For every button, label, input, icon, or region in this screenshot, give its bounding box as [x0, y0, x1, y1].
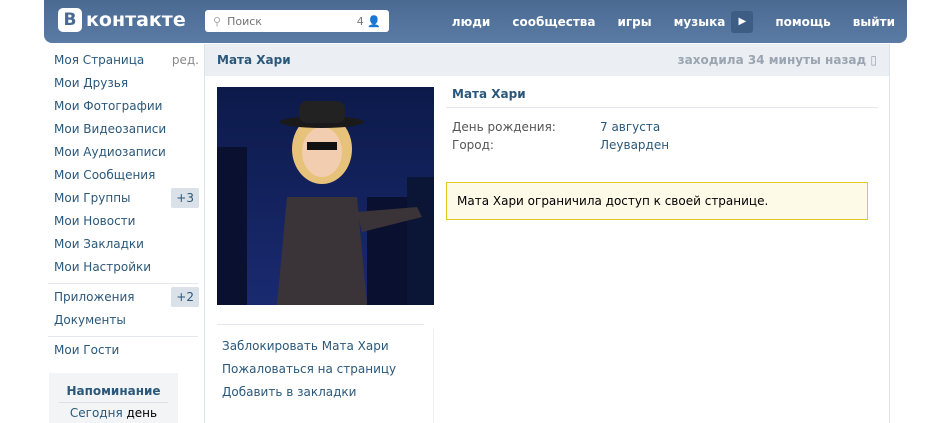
sidebar-item-photos[interactable]: Мои Фотографии: [54, 96, 199, 119]
apps-badge: +2: [171, 287, 199, 307]
nav-people[interactable]: люди: [452, 15, 491, 29]
edit-link[interactable]: ред.: [172, 50, 199, 73]
nav-music[interactable]: музыка: [674, 15, 726, 29]
top-header: Вконтакте ⚲ 4 👤 люди сообщества игры муз…: [44, 0, 907, 43]
reminder-title: Напоминание: [59, 384, 168, 403]
add-bookmark-link[interactable]: Добавить в закладки: [217, 381, 424, 404]
sidebar-item-friends[interactable]: Мои Друзья: [54, 73, 199, 96]
info-row-city: Город: Леуварден: [452, 138, 670, 152]
block-user-link[interactable]: Заблокировать Мата Хари: [217, 335, 424, 358]
divider: [48, 283, 198, 284]
sidebar-item-settings[interactable]: Мои Настройки: [54, 257, 199, 280]
search-icon: ⚲: [213, 14, 222, 28]
vk-logo[interactable]: Вконтакте: [58, 8, 186, 32]
avatar: [217, 101, 434, 305]
sidebar-item-my-page[interactable]: Моя Страница ред.: [54, 50, 199, 73]
online-count: 4 👤: [356, 14, 381, 28]
play-icon[interactable]: ▶: [731, 10, 754, 33]
info-row-birthday: День рождения: 7 августа: [452, 120, 661, 134]
sidebar-item-messages[interactable]: Мои Сообщения: [54, 165, 199, 188]
reminder-box: Напоминание Сегодня день: [49, 373, 178, 423]
profile-main: Мата Хари заходила 34 минуты назад ▯ Заб…: [204, 44, 890, 423]
nav-logout[interactable]: выйти: [853, 15, 895, 29]
profile-photo[interactable]: [217, 87, 434, 305]
sidebar-item-guests[interactable]: Мои Гости: [54, 340, 199, 363]
sidebar-item-apps[interactable]: Приложения +2: [54, 287, 199, 310]
sidebar-item-bookmarks[interactable]: Мои Закладки: [54, 234, 199, 257]
private-page-notice: Мата Хари ограничила доступ к своей стра…: [446, 182, 868, 220]
nav-communities[interactable]: сообщества: [512, 15, 595, 29]
sidebar: Моя Страница ред. Мои Друзья Мои Фотограф…: [48, 50, 199, 363]
profile-name: Мата Хари: [446, 87, 878, 108]
mobile-icon: ▯: [870, 53, 877, 67]
divider: [433, 329, 434, 423]
groups-badge: +3: [171, 188, 199, 208]
user-icon: 👤: [367, 14, 381, 28]
nav-help[interactable]: помощь: [775, 15, 830, 29]
sidebar-item-docs[interactable]: Документы: [54, 310, 199, 333]
last-seen-status: заходила 34 минуты назад ▯: [677, 53, 877, 67]
sidebar-item-videos[interactable]: Мои Видеозаписи: [54, 119, 199, 142]
sidebar-item-groups[interactable]: Мои Группы +3: [54, 188, 199, 211]
reminder-today[interactable]: Сегодня: [70, 406, 123, 420]
sidebar-item-audio[interactable]: Мои Аудиозаписи: [54, 142, 199, 165]
sidebar-item-news[interactable]: Мои Новости: [54, 211, 199, 234]
search-box[interactable]: ⚲ 4 👤: [205, 10, 389, 32]
profile-title: Мата Хари: [217, 53, 291, 67]
profile-header: Мата Хари заходила 34 минуты назад ▯: [205, 44, 889, 76]
divider: [48, 336, 198, 337]
report-page-link[interactable]: Пожаловаться на страницу: [217, 358, 424, 381]
profile-info: Мата Хари День рождения: 7 августа Город:…: [446, 87, 878, 152]
search-input[interactable]: [225, 13, 350, 29]
nav-games[interactable]: игры: [618, 15, 652, 29]
top-nav: люди сообщества игры музыка ▶ помощь вый…: [430, 0, 895, 43]
profile-actions: Заблокировать Мата Хари Пожаловаться на …: [217, 324, 424, 404]
